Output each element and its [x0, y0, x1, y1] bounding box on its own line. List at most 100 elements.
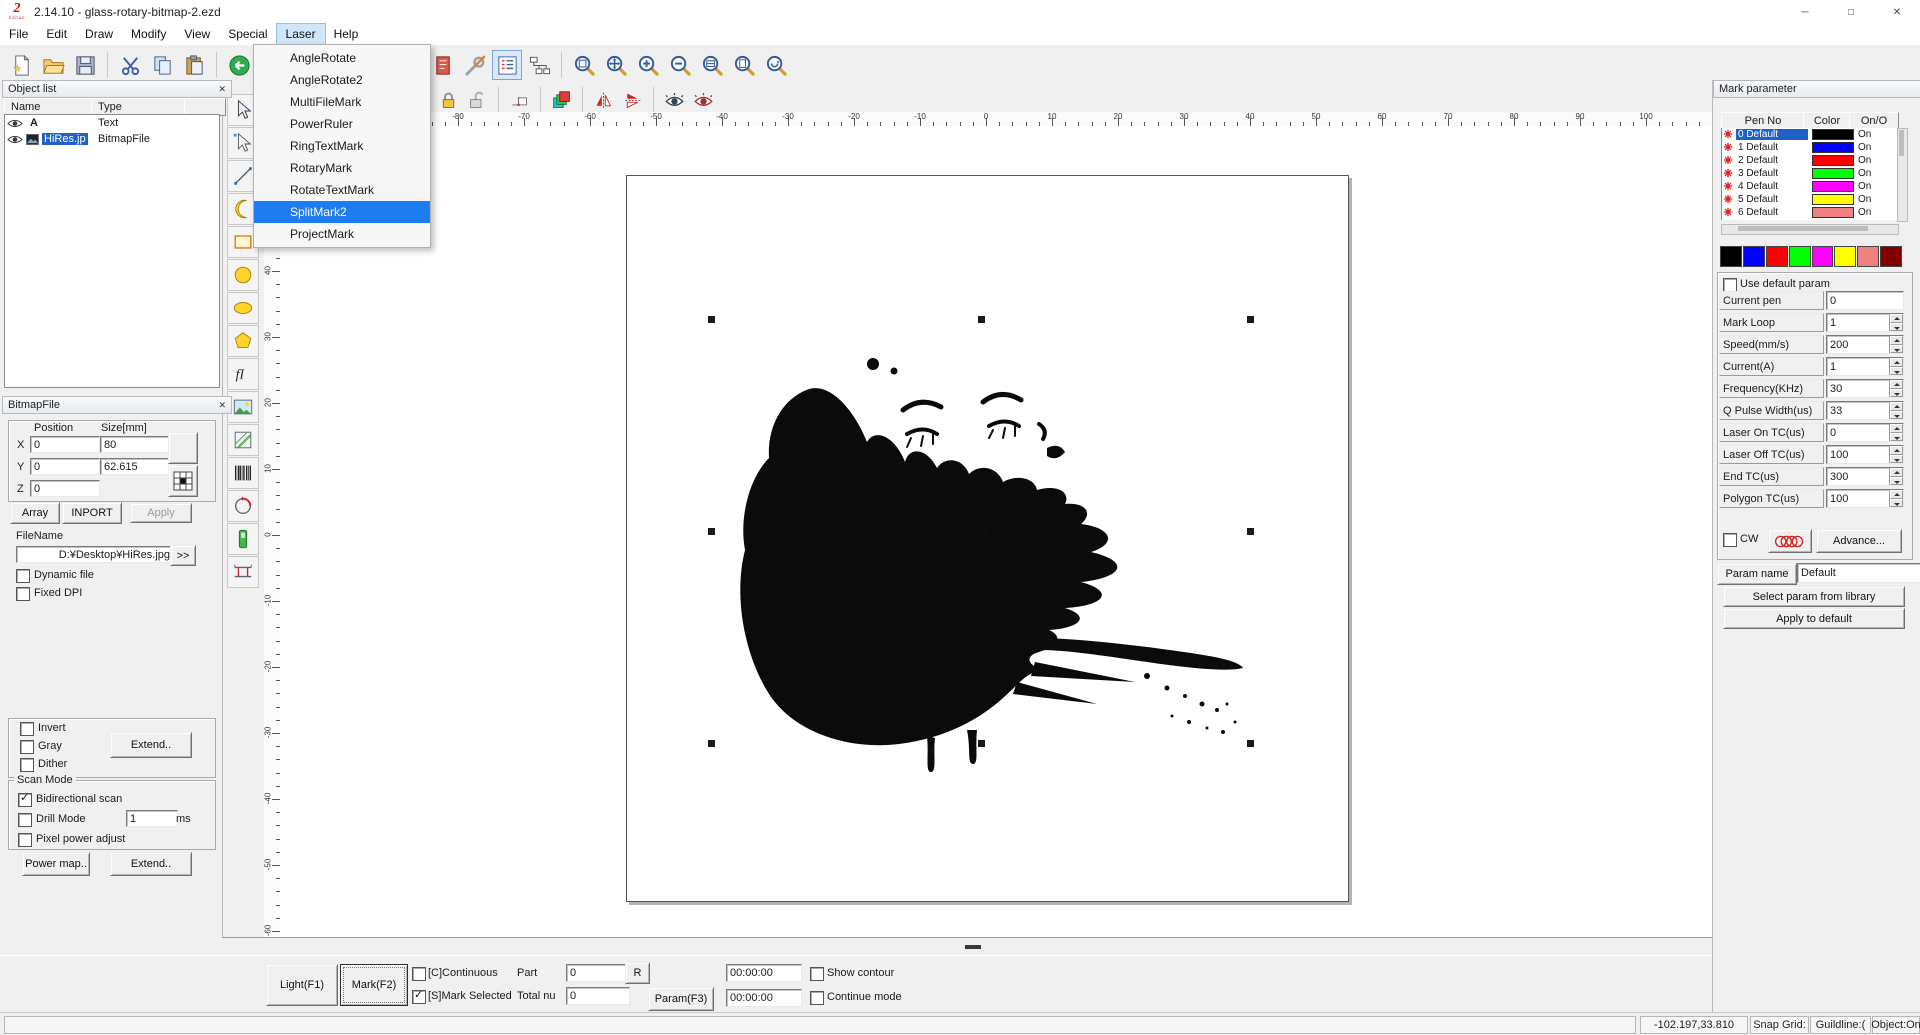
- node-tree-icon[interactable]: [524, 50, 554, 80]
- spinner[interactable]: [1889, 468, 1903, 485]
- y-size-field[interactable]: 62.615: [100, 458, 170, 475]
- snap-grid-status[interactable]: Snap Grid:: [1750, 1016, 1809, 1034]
- bidirectional-checkbox[interactable]: [18, 791, 32, 807]
- rotate-tool-icon[interactable]: [227, 490, 259, 522]
- pen-list[interactable]: 0 Default On 1 Default On 2 Default On 3 Defau…: [1721, 128, 1898, 220]
- advance-button[interactable]: Advance...: [1816, 529, 1902, 553]
- param-field[interactable]: 1: [1826, 357, 1904, 376]
- select-param-library-button[interactable]: Select param from library: [1723, 586, 1905, 607]
- spinner[interactable]: [1889, 446, 1903, 463]
- save-icon[interactable]: [70, 50, 100, 80]
- doc-red-icon[interactable]: [428, 50, 458, 80]
- spinner[interactable]: [1889, 424, 1903, 441]
- x-size-field[interactable]: 80: [100, 436, 170, 453]
- total-field[interactable]: 0: [566, 987, 630, 1005]
- eye-preview-red-icon[interactable]: [690, 87, 717, 113]
- menu-laser[interactable]: Laser: [275, 23, 326, 46]
- drill-time-field[interactable]: 1: [126, 810, 178, 827]
- splitter-handle[interactable]: [965, 945, 981, 949]
- lock-open-icon[interactable]: [464, 87, 491, 113]
- param-field[interactable]: 100: [1826, 445, 1904, 464]
- laser-menu-item-projectmark[interactable]: ProjectMark: [254, 223, 430, 245]
- minimize-button[interactable]: ─: [1782, 0, 1828, 24]
- cw-checkbox[interactable]: [1723, 533, 1737, 547]
- fixed-dpi-checkbox[interactable]: [16, 587, 30, 601]
- palette-swatch[interactable]: [1720, 246, 1742, 267]
- object-list[interactable]: A Text HiRes.jp BitmapFile: [4, 114, 220, 388]
- param-field[interactable]: 200: [1826, 335, 1904, 354]
- continuous-checkbox[interactable]: [412, 967, 426, 981]
- hatch-tool-icon[interactable]: [227, 424, 259, 456]
- zoom-page-icon[interactable]: [729, 50, 759, 80]
- cut-icon[interactable]: [115, 50, 145, 80]
- barcode-tool-icon[interactable]: [227, 457, 259, 489]
- gray-checkbox[interactable]: [20, 740, 34, 754]
- param-button[interactable]: Param(F3): [648, 987, 714, 1011]
- copy-icon[interactable]: [147, 50, 177, 80]
- object-row[interactable]: A Text: [5, 115, 219, 131]
- mark-button[interactable]: Mark(F2): [340, 964, 408, 1006]
- tools-icon[interactable]: [460, 50, 490, 80]
- pixel-power-checkbox[interactable]: [18, 833, 32, 847]
- selection-handle[interactable]: [977, 740, 985, 747]
- continue-mode-checkbox[interactable]: [810, 991, 824, 1005]
- visibility-eye-icon[interactable]: [7, 118, 25, 129]
- ellipse-tool-icon[interactable]: [227, 292, 259, 324]
- light-button[interactable]: Light(F1): [266, 964, 338, 1006]
- laser-menu-item-anglerotate2[interactable]: AngleRotate2: [254, 69, 430, 91]
- param-field[interactable]: 1: [1826, 313, 1904, 332]
- import-button[interactable]: INPORT: [62, 502, 122, 524]
- polygon-tool-icon[interactable]: [227, 325, 259, 357]
- flip-v-icon[interactable]: [619, 87, 646, 113]
- palette-swatch[interactable]: [1765, 246, 1788, 267]
- menu-special[interactable]: Special: [219, 24, 276, 45]
- extend2-button[interactable]: Extend..: [110, 852, 192, 876]
- pen-row[interactable]: 4 Default On: [1722, 180, 1898, 193]
- selection-handle[interactable]: [1247, 740, 1254, 747]
- new-file-icon[interactable]: [6, 50, 36, 80]
- param-field[interactable]: 300: [1826, 467, 1904, 486]
- pen-color-swatch[interactable]: [1812, 181, 1854, 192]
- palette-swatch[interactable]: [1742, 246, 1765, 267]
- z-position-field[interactable]: 0: [30, 480, 100, 497]
- close-button[interactable]: ✕: [1874, 0, 1920, 24]
- lock-ratio-button[interactable]: [168, 432, 198, 464]
- apply-to-default-button[interactable]: Apply to default: [1723, 608, 1905, 629]
- r-button[interactable]: R: [625, 962, 650, 984]
- palette-swatch[interactable]: [1880, 246, 1902, 267]
- spinner[interactable]: [1889, 358, 1903, 375]
- pen-list-hscrollbar[interactable]: [1721, 224, 1899, 235]
- text-tool-icon[interactable]: fI: [227, 358, 259, 390]
- invert-checkbox[interactable]: [20, 722, 34, 736]
- selection-handle[interactable]: [708, 528, 715, 535]
- zoom-out-icon[interactable]: [665, 50, 695, 80]
- circle-tool-icon[interactable]: [227, 259, 259, 291]
- paste-icon[interactable]: [179, 50, 209, 80]
- zoom-refresh-icon[interactable]: [761, 50, 791, 80]
- pen-list-vscrollbar[interactable]: [1897, 128, 1908, 222]
- green-device-tool-icon[interactable]: [227, 523, 259, 555]
- menu-edit[interactable]: Edit: [37, 24, 76, 45]
- zoom-in-icon[interactable]: [633, 50, 663, 80]
- spinner[interactable]: [1889, 380, 1903, 397]
- part-field[interactable]: 0: [566, 964, 630, 982]
- selection-handle[interactable]: [708, 316, 715, 323]
- bitmapfile-close-icon[interactable]: ✕: [218, 400, 226, 411]
- filename-field[interactable]: D:¥Desktop¥HiRes.jpg: [16, 546, 174, 563]
- pen-color-swatch[interactable]: [1812, 129, 1854, 140]
- selection-handle[interactable]: [1247, 528, 1254, 535]
- object-row[interactable]: HiRes.jp BitmapFile: [5, 131, 219, 147]
- laser-menu-item-anglerotate[interactable]: AngleRotate: [254, 47, 430, 69]
- palette-swatch[interactable]: [1811, 246, 1834, 267]
- palette-swatch[interactable]: [1788, 246, 1811, 267]
- pen-row[interactable]: 6 Default On: [1722, 206, 1898, 219]
- laser-menu-item-rotarymark[interactable]: RotaryMark: [254, 157, 430, 179]
- mark-selected-checkbox[interactable]: [412, 988, 426, 1004]
- object-snap-status[interactable]: Object:On: [1871, 1016, 1920, 1034]
- pen-row[interactable]: 0 Default On: [1722, 128, 1898, 141]
- browse-button[interactable]: >>: [170, 545, 196, 566]
- rings-button[interactable]: [1768, 529, 1812, 553]
- param-field[interactable]: 0: [1826, 423, 1904, 442]
- show-contour-checkbox[interactable]: [810, 967, 824, 981]
- open-folder-icon[interactable]: [38, 50, 68, 80]
